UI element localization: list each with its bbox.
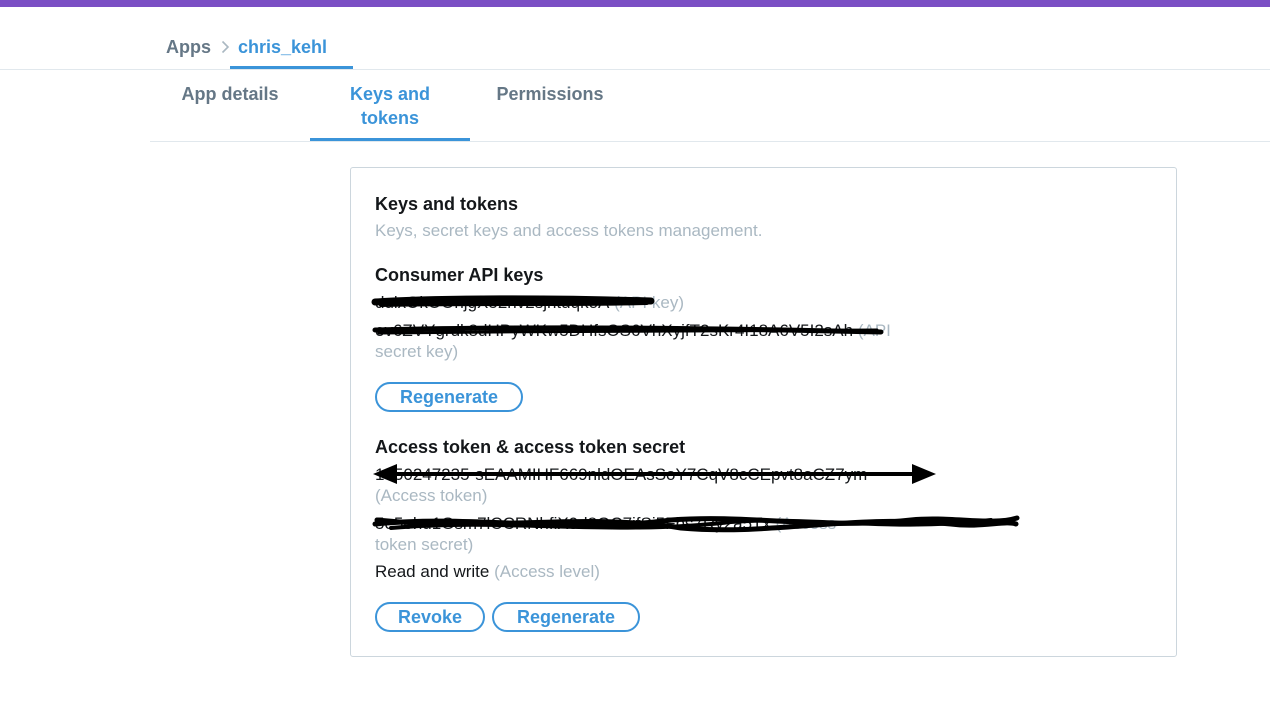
regenerate-consumer-keys-button[interactable]: Regenerate <box>375 382 523 412</box>
access-secret-label-line1: (Access <box>775 514 837 533</box>
breadcrumb: Apps chris_kehl <box>166 34 327 60</box>
regenerate-access-token-button[interactable]: Regenerate <box>492 602 640 632</box>
breadcrumb-apps-link[interactable]: Apps <box>166 37 211 58</box>
access-secret-value: 5e5ohu1Gsm7lCCRNhfiX9d8OC7ifSi5Fbs7Ry2a5… <box>375 514 771 533</box>
top-accent-bar <box>0 0 1270 7</box>
card-title: Keys and tokens <box>375 194 519 214</box>
tab-keys-and-tokens[interactable]: Keys and tokens <box>310 82 470 130</box>
chevron-right-icon <box>221 40 230 54</box>
api-key-label: (API key) <box>614 293 684 312</box>
tab-keys-label-line2: tokens <box>360 108 420 128</box>
access-secret-row: 5e5ohu1Gsm7lCCRNhfiX9d8OC7ifSi5Fbs7Ry2a5… <box>375 513 836 534</box>
access-level-row: Read and write (Access level) <box>375 561 600 582</box>
api-secret-row: ev6ZVYgrdk8dHPyWKw5DHfsOS6VhXyjfT2sKr4I1… <box>375 320 891 341</box>
api-key-value: dulxOkOOnjgX52nv2sjntuqkoA <box>375 293 610 312</box>
access-token-label: (Access token) <box>375 486 488 505</box>
keys-and-tokens-card: Keys and tokens Keys, secret keys and ac… <box>350 167 1177 657</box>
api-secret-value: ev6ZVYgrdk8dHPyWKw5DHfsOS6VhXyjfT2sKr4I1… <box>375 321 854 340</box>
tab-keys-label-line1: Keys and <box>349 84 431 104</box>
api-secret-label-line1: (API <box>857 321 891 340</box>
tab-permissions[interactable]: Permissions <box>480 82 620 106</box>
access-level-value: Read and write <box>375 562 490 581</box>
tabs-divider <box>150 141 1270 142</box>
api-secret-label-line2: secret key) <box>375 342 459 361</box>
access-token-heading: Access token & access token secret <box>375 437 686 457</box>
breadcrumb-current-app[interactable]: chris_kehl <box>238 37 327 58</box>
card-subtitle: Keys, secret keys and access tokens mana… <box>375 221 763 240</box>
access-token-value: 1450247235-sEAAMIHF669nldOEAsSoY7CqV8cCE… <box>375 465 868 484</box>
access-token-row: 1450247235-sEAAMIHF669nldOEAsSoY7CqV8cCE… <box>375 464 867 485</box>
consumer-keys-heading: Consumer API keys <box>375 265 544 285</box>
access-level-label: (Access level) <box>494 562 600 581</box>
header-divider <box>0 69 1270 70</box>
tab-app-details[interactable]: App details <box>160 82 300 106</box>
access-secret-label-line2: token secret) <box>375 535 474 554</box>
revoke-access-token-button[interactable]: Revoke <box>375 602 485 632</box>
api-key-row: dulxOkOOnjgX52nv2sjntuqkoA (API key) <box>375 292 684 313</box>
